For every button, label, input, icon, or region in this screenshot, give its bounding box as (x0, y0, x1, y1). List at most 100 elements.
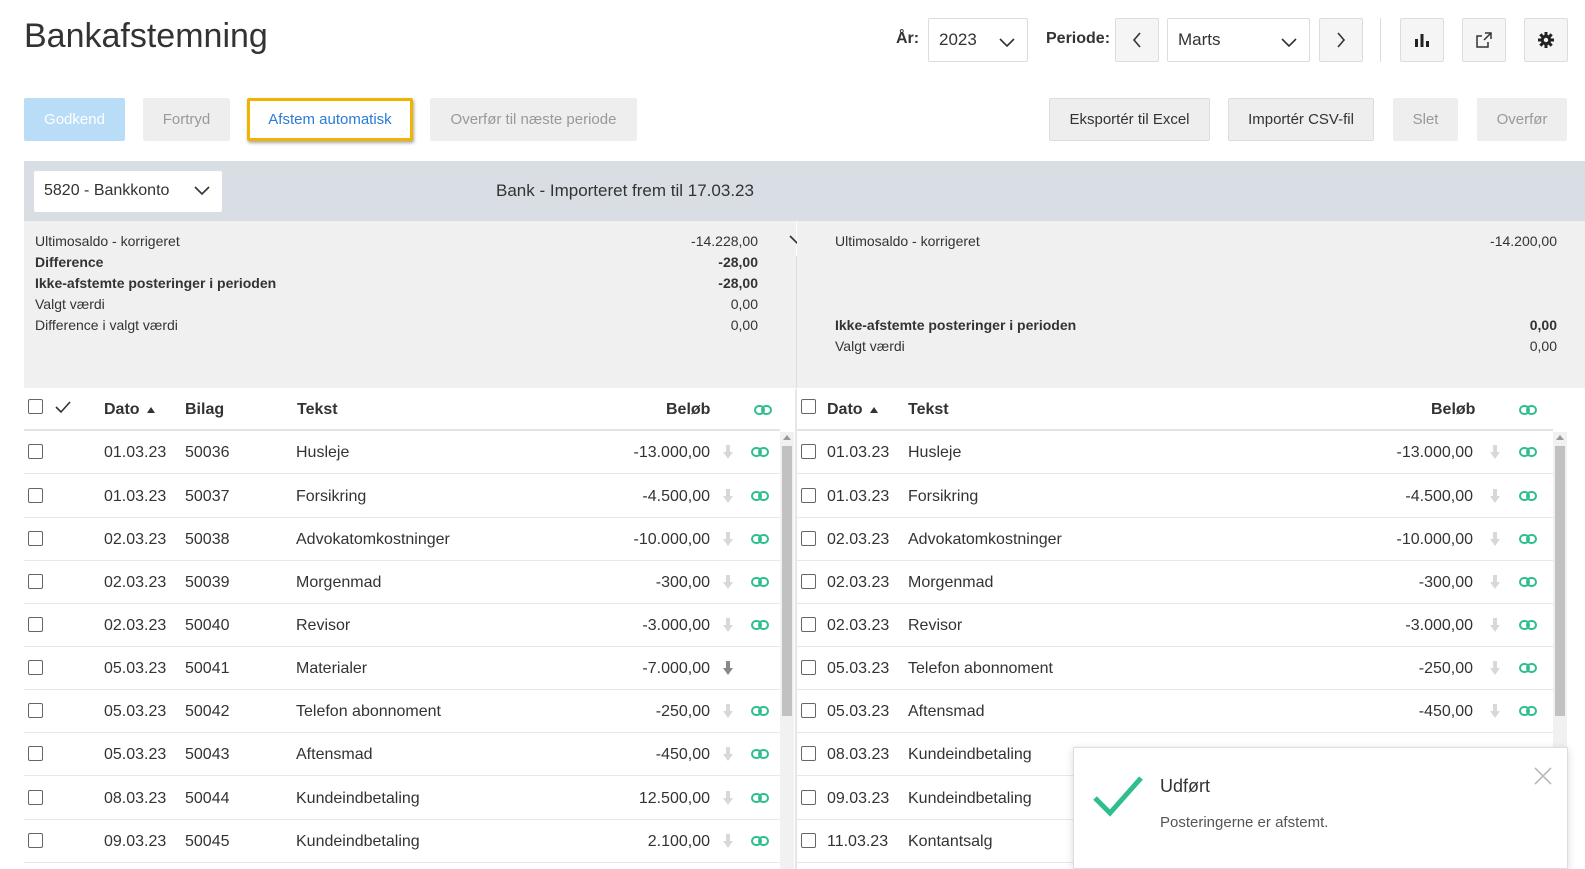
row-checkbox[interactable] (801, 574, 816, 589)
column-header-amount[interactable]: Beløb (1431, 401, 1475, 419)
link-icon[interactable] (751, 791, 769, 809)
row-checkbox[interactable] (801, 790, 816, 805)
row-checkbox[interactable] (28, 574, 43, 589)
row-checkbox[interactable] (28, 833, 43, 848)
account-select[interactable]: 5820 - Bankkonto (34, 171, 222, 212)
transfer-arrow-icon[interactable] (1489, 444, 1501, 465)
check-icon[interactable] (55, 401, 71, 414)
transfer-arrow-icon[interactable] (722, 617, 734, 638)
column-header-text[interactable]: Tekst (297, 401, 338, 419)
link-icon[interactable] (751, 445, 769, 463)
column-header-amount[interactable]: Beløb (666, 401, 710, 419)
table-row[interactable]: 05.03.23 50041 Materialer -7.000,00 (24, 647, 780, 690)
cell-date: 02.03.23 (827, 617, 890, 634)
transfer-arrow-icon[interactable] (722, 790, 734, 811)
undo-button[interactable]: Fortryd (143, 98, 230, 141)
link-icon[interactable] (751, 532, 769, 550)
row-checkbox[interactable] (801, 444, 816, 459)
link-icon[interactable] (751, 618, 769, 636)
transfer-arrow-icon[interactable] (722, 833, 734, 854)
open-external-button[interactable] (1462, 18, 1506, 62)
transfer-arrow-icon[interactable] (722, 531, 734, 552)
row-checkbox[interactable] (28, 531, 43, 546)
link-icon[interactable] (751, 575, 769, 593)
table-row[interactable]: 09.03.23 50045 Kundeindbetaling 2.100,00 (24, 820, 780, 863)
row-checkbox[interactable] (28, 488, 43, 503)
transfer-arrow-icon[interactable] (1489, 531, 1501, 552)
transfer-arrow-icon[interactable] (1489, 488, 1501, 509)
close-icon[interactable] (1533, 766, 1553, 786)
table-row[interactable]: 02.03.23 Advokatomkostninger -10.000,00 (797, 518, 1553, 561)
row-checkbox[interactable] (28, 703, 43, 718)
row-checkbox[interactable] (801, 531, 816, 546)
transfer-arrow-icon[interactable] (722, 746, 734, 767)
link-icon[interactable] (1519, 489, 1537, 507)
transfer-arrow-icon[interactable] (722, 444, 734, 465)
next-period-button[interactable] (1319, 18, 1363, 62)
column-header-date[interactable]: Dato (827, 401, 879, 419)
table-row[interactable]: 02.03.23 50040 Revisor -3.000,00 (24, 604, 780, 647)
row-checkbox[interactable] (801, 617, 816, 632)
link-icon[interactable] (751, 747, 769, 765)
delete-button[interactable]: Slet (1393, 98, 1458, 141)
statistics-button[interactable] (1400, 18, 1444, 62)
transfer-arrow-icon[interactable] (722, 488, 734, 509)
transfer-arrow-icon[interactable] (722, 574, 734, 595)
transfer-arrow-icon[interactable] (722, 703, 734, 724)
column-header-text[interactable]: Tekst (908, 401, 949, 419)
link-icon[interactable] (1519, 445, 1537, 463)
transfer-arrow-icon[interactable] (1489, 703, 1501, 724)
row-checkbox[interactable] (28, 746, 43, 761)
table-row[interactable]: 02.03.23 50038 Advokatomkostninger -10.000,… (24, 518, 780, 561)
link-icon[interactable] (751, 834, 769, 852)
period-select[interactable]: Marts (1167, 18, 1310, 62)
transfer-arrow-icon[interactable] (1489, 617, 1501, 638)
transfer-button[interactable]: Overfør (1477, 98, 1567, 141)
row-checkbox[interactable] (28, 660, 43, 675)
transfer-arrow-icon[interactable] (722, 660, 734, 681)
row-checkbox[interactable] (801, 833, 816, 848)
import-csv-button[interactable]: Importér CSV-fil (1228, 98, 1374, 141)
ledger-scrollbar[interactable] (780, 432, 794, 869)
table-row[interactable]: 02.03.23 Morgenmad -300,00 (797, 561, 1553, 604)
table-row[interactable]: 05.03.23 50043 Aftensmad -450,00 (24, 733, 780, 776)
column-header-date[interactable]: Dato (104, 401, 156, 419)
year-select[interactable]: 2023 (928, 18, 1028, 62)
table-row[interactable]: 05.03.23 Telefon abonnoment -250,00 (797, 647, 1553, 690)
row-checkbox[interactable] (801, 488, 816, 503)
row-checkbox[interactable] (801, 746, 816, 761)
settings-button[interactable] (1524, 18, 1568, 62)
export-excel-button[interactable]: Eksportér til Excel (1049, 98, 1210, 141)
previous-period-button[interactable] (1115, 18, 1159, 62)
link-icon[interactable] (1519, 618, 1537, 636)
link-icon[interactable] (1519, 661, 1537, 679)
link-icon[interactable] (751, 704, 769, 722)
row-checkbox[interactable] (801, 703, 816, 718)
table-row[interactable]: 01.03.23 50037 Forsikring -4.500,00 (24, 475, 780, 518)
approve-button[interactable]: Godkend (24, 98, 125, 141)
table-row[interactable]: 01.03.23 50036 Husleje -13.000,00 (24, 431, 780, 474)
table-row[interactable]: 05.03.23 Aftensmad -450,00 (797, 690, 1553, 733)
row-checkbox[interactable] (28, 617, 43, 632)
row-checkbox[interactable] (801, 660, 816, 675)
link-icon[interactable] (1519, 704, 1537, 722)
transfer-arrow-icon[interactable] (1489, 574, 1501, 595)
row-checkbox[interactable] (28, 444, 43, 459)
transfer-arrow-icon[interactable] (1489, 660, 1501, 681)
table-row[interactable]: 01.03.23 Husleje -13.000,00 (797, 431, 1553, 474)
table-row[interactable]: 08.03.23 50044 Kundeindbetaling 12.500,00 (24, 777, 780, 820)
table-row[interactable]: 02.03.23 50039 Morgenmad -300,00 (24, 561, 780, 604)
table-row[interactable]: 05.03.23 50042 Telefon abonnoment -250,00 (24, 690, 780, 733)
link-icon[interactable] (1519, 575, 1537, 593)
column-header-voucher[interactable]: Bilag (185, 401, 224, 419)
row-checkbox[interactable] (28, 790, 43, 805)
auto-reconcile-button[interactable]: Afstem automatisk (247, 98, 413, 141)
table-row[interactable]: 01.03.23 Forsikring -4.500,00 (797, 475, 1553, 518)
select-all-checkbox[interactable] (801, 399, 816, 414)
select-all-checkbox[interactable] (28, 399, 43, 414)
table-row[interactable]: 02.03.23 Revisor -3.000,00 (797, 604, 1553, 647)
link-icon[interactable] (751, 489, 769, 507)
link-icon[interactable] (1519, 532, 1537, 550)
cell-text: Telefon abonnoment (296, 703, 441, 720)
transfer-next-period-button[interactable]: Overfør til næste periode (430, 98, 637, 141)
